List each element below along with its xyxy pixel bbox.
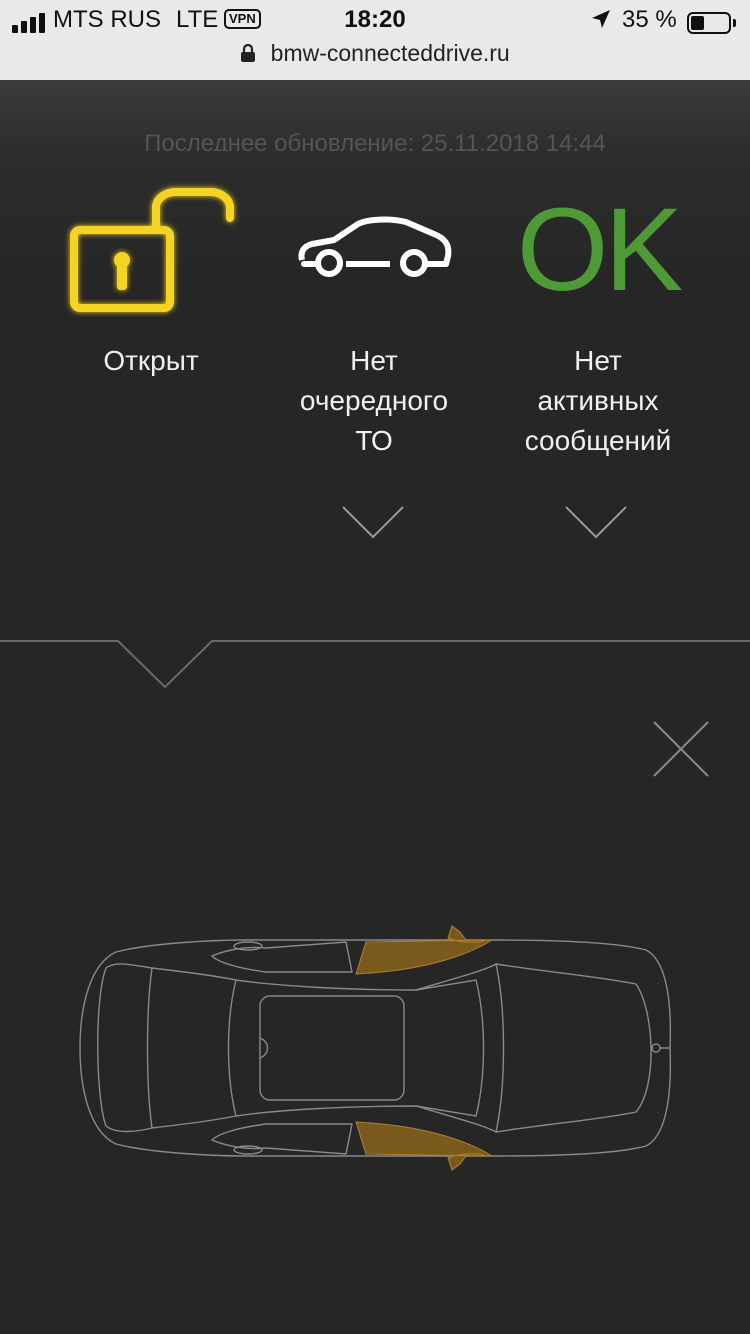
close-icon[interactable] — [652, 720, 710, 778]
messages-label-line3: сообщений — [524, 425, 672, 456]
service-expand-chevron-icon[interactable] — [341, 505, 405, 541]
car-side-icon — [298, 216, 452, 277]
messages-label-line2: активных — [537, 385, 659, 416]
lock-status-label-block: Открыт — [36, 341, 266, 381]
app-screen: MTS RUS LTE VPN 18:20 35 % bmw-connected… — [0, 0, 750, 1334]
battery-icon — [687, 12, 731, 34]
open-door-front-right — [355, 1121, 494, 1171]
location-arrow-icon — [590, 8, 612, 37]
lock-status-label: Открыт — [103, 345, 199, 376]
lock-icon — [240, 42, 256, 69]
address-bar[interactable]: bmw-connecteddrive.ru — [0, 40, 750, 69]
section-divider-pointer — [0, 640, 750, 689]
car-top-view-diagram — [79, 925, 672, 1171]
messages-status[interactable]: Нет активных сообщений — [483, 341, 713, 461]
browser-status-bar: MTS RUS LTE VPN 18:20 35 % bmw-connected… — [0, 0, 750, 81]
messages-expand-chevron-icon[interactable] — [564, 505, 628, 541]
service-label-line3: ТО — [355, 425, 393, 456]
battery-percent: 35 % — [622, 6, 677, 33]
service-label-line1: Нет — [350, 345, 398, 376]
service-status[interactable]: Нет очередного ТО — [259, 341, 489, 461]
messages-label-line1: Нет — [574, 345, 622, 376]
battery-tip — [733, 19, 736, 27]
service-label-line2: очередного — [299, 385, 449, 416]
ok-indicator: OK — [516, 184, 684, 316]
unlocked-padlock-icon — [70, 187, 234, 312]
last-update-text: Последнее обновление: 25.11.2018 14:44 — [144, 130, 606, 157]
open-door-front-left — [355, 925, 494, 975]
url-text: bmw-connecteddrive.ru — [270, 40, 510, 66]
